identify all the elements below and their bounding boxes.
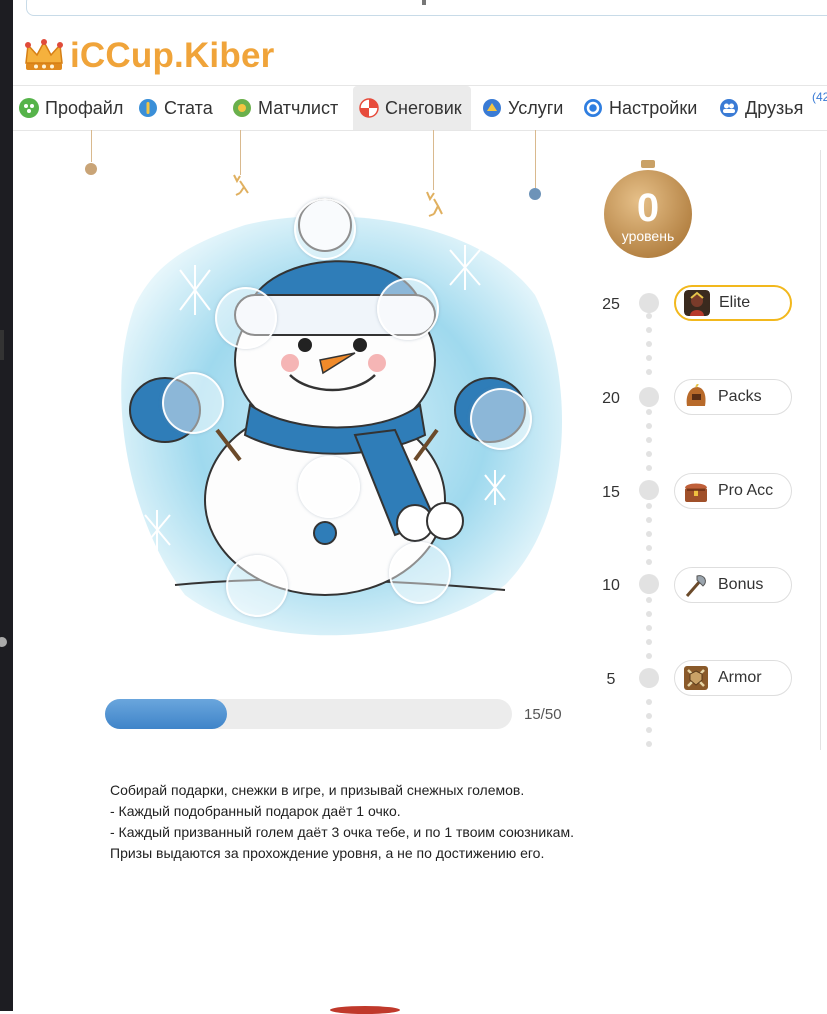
stats-icon (138, 98, 158, 118)
reward-level: 10 (602, 577, 620, 594)
pro-acc-chest-icon (685, 483, 707, 502)
site-name: iCCup.Kiber (70, 36, 275, 75)
level-value: 0 (636, 186, 660, 230)
snowball-orb[interactable] (215, 287, 277, 349)
site-logo[interactable]: iCCup.Kiber (24, 36, 274, 76)
tab-label: Профайл (45, 97, 124, 118)
friends-count-badge: (42 (812, 90, 827, 104)
profile-icon (19, 98, 39, 118)
description-line: Призы выдаются за прохождение уровня, а … (110, 845, 545, 861)
reward-level: 15 (602, 484, 620, 501)
gear-icon (583, 98, 603, 118)
reward-bonus[interactable]: Bonus (674, 567, 792, 603)
snowball-orb[interactable] (294, 198, 356, 260)
snowball-orb[interactable] (470, 388, 532, 450)
main-nav: Профайл Стата Матчлист Снеговик Услуги Н… (13, 85, 827, 131)
tab-stats[interactable]: Стата (138, 86, 216, 130)
reward-level: 5 (606, 671, 616, 688)
progress-fill (105, 699, 228, 729)
top-search-bar[interactable] (26, 0, 827, 16)
side-panel-edge (820, 150, 827, 750)
tab-label: Услуги (508, 97, 564, 118)
services-icon (482, 98, 502, 118)
tab-label: Стата (164, 97, 213, 118)
reward-dot (639, 480, 659, 500)
reward-dot (639, 668, 659, 688)
snowman-progress-bar (105, 699, 512, 729)
tab-profile[interactable]: Профайл (19, 86, 125, 130)
tab-label: Снеговик (385, 97, 462, 118)
tab-label: Друзья (745, 97, 804, 118)
reward-dot (639, 293, 659, 313)
reward-pro-acc[interactable]: Pro Acc (674, 473, 792, 509)
tab-services[interactable]: Услуги (482, 86, 572, 130)
reward-dot (639, 387, 659, 407)
bonus-axe-icon (685, 575, 706, 597)
matchlist-icon (232, 98, 252, 118)
packs-helmet-icon (686, 384, 706, 406)
tab-friends[interactable]: Друзья (719, 86, 819, 130)
track-dots (646, 313, 652, 747)
tab-settings[interactable]: Настройки (583, 86, 705, 130)
description-line: Собирай подарки, снежки в игре, и призыв… (110, 782, 525, 798)
armor-icon (684, 666, 708, 690)
reward-label: Packs (718, 388, 762, 405)
reward-label: Armor (718, 669, 762, 686)
description-line: - Каждый призванный голем даёт 3 очка те… (110, 824, 574, 840)
tab-label: Настройки (609, 97, 698, 118)
description-line: - Каждый подобранный подарок даёт 1 очко… (110, 803, 401, 819)
elite-hero-icon (684, 290, 710, 316)
reward-label: Pro Acc (718, 482, 774, 499)
snowman-illustration (95, 185, 590, 645)
bottom-decoration (330, 1006, 400, 1014)
reward-level: 25 (602, 296, 620, 313)
reward-armor[interactable]: Armor (674, 660, 792, 696)
tab-matchlist[interactable]: Матчлист (232, 86, 344, 130)
window-edge (0, 0, 13, 1011)
snowball-orb[interactable] (162, 372, 224, 434)
snowball-orb[interactable] (389, 542, 451, 604)
reward-label: Bonus (718, 576, 764, 593)
friends-icon (719, 98, 739, 118)
reward-elite[interactable]: Elite (674, 285, 792, 321)
tab-label: Матчлист (258, 97, 339, 118)
reward-dot (639, 574, 659, 594)
tab-snowman[interactable]: Снеговик (353, 86, 471, 130)
candy-icon (359, 98, 379, 118)
snowball-orb[interactable] (298, 456, 360, 518)
reward-label: Elite (719, 294, 751, 311)
reward-packs[interactable]: Packs (674, 379, 792, 415)
progress-label: 15/50 (524, 706, 562, 723)
reward-level: 20 (602, 390, 620, 407)
event-description: Собирай подарки, снежки в игре, и призыв… (110, 780, 580, 864)
level-word: уровень (621, 228, 675, 244)
snowball-orb[interactable] (226, 555, 288, 617)
snowball-orb[interactable] (377, 278, 439, 340)
crown-icon (25, 39, 63, 70)
